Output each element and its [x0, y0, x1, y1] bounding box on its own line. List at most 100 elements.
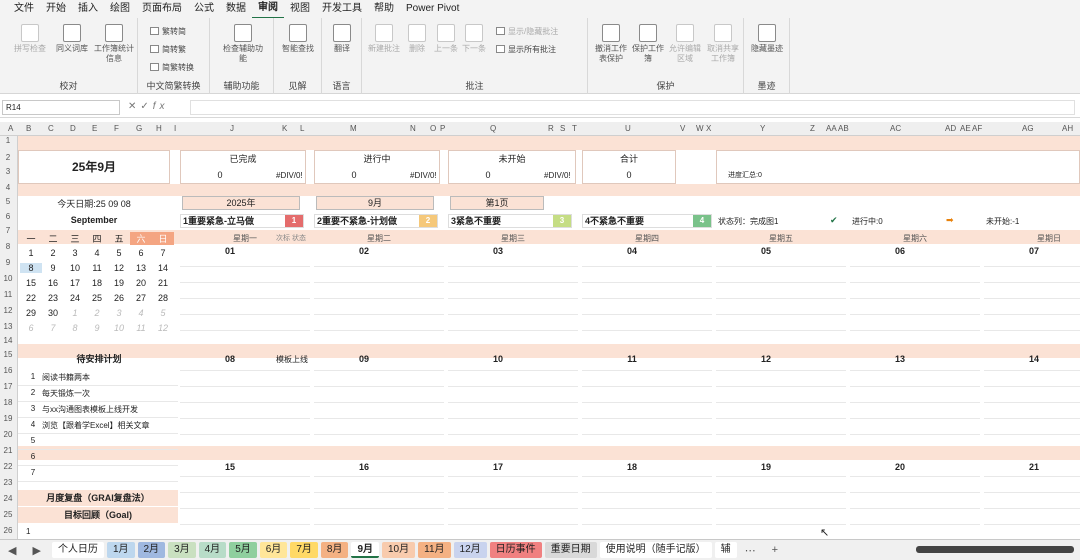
column-header[interactable]: F: [114, 122, 119, 136]
row-header[interactable]: 25: [0, 510, 16, 519]
day-block[interactable]: [716, 244, 846, 342]
calendar-day[interactable]: 9: [42, 263, 64, 273]
calendar-day[interactable]: 18: [86, 278, 108, 288]
sheet-tab[interactable]: 6月: [259, 542, 288, 558]
row-header[interactable]: 24: [0, 494, 16, 503]
row-header[interactable]: 5: [0, 197, 16, 206]
column-header[interactable]: S: [560, 122, 565, 136]
column-header[interactable]: B: [26, 122, 31, 136]
row-header[interactable]: 22: [0, 462, 16, 471]
calendar-day[interactable]: 17: [64, 278, 86, 288]
calendar-day[interactable]: 8: [64, 323, 86, 333]
pending-item-text[interactable]: 与xx沟通图表模板上线开发: [42, 404, 138, 415]
column-header[interactable]: AD: [945, 122, 956, 136]
horizontal-scrollbar[interactable]: [916, 546, 1074, 553]
day-block[interactable]: [314, 244, 444, 342]
calendar-day[interactable]: 3: [108, 308, 130, 318]
calendar-day[interactable]: 1: [64, 308, 86, 318]
row-header[interactable]: 15: [0, 350, 16, 359]
calendar-day[interactable]: 12: [152, 323, 174, 333]
calendar-day[interactable]: 22: [20, 293, 42, 303]
check-accessibility-button[interactable]: 检查辅助功能: [222, 24, 264, 64]
sheet-tab[interactable]: 7月: [290, 542, 318, 558]
next-comment-button[interactable]: 下一条: [460, 24, 488, 54]
menu-item[interactable]: 视图: [284, 0, 316, 18]
column-header[interactable]: AC: [890, 122, 901, 136]
sheet-tab[interactable]: 使用说明（随手记版）: [599, 542, 712, 558]
calendar-day[interactable]: 1: [20, 248, 42, 258]
row-header[interactable]: 10: [0, 274, 16, 283]
spell-check-button[interactable]: 拼写检查: [10, 24, 50, 54]
column-header[interactable]: X: [706, 122, 711, 136]
sheet-tab[interactable]: 重要日期: [544, 542, 597, 558]
row-header[interactable]: 1: [0, 136, 16, 145]
prev-sheet-icon[interactable]: ◀: [0, 544, 24, 557]
calendar-day[interactable]: 5: [108, 248, 130, 258]
row-header[interactable]: 6: [0, 212, 16, 221]
translate-button[interactable]: 翻译: [324, 24, 360, 54]
unshare-workbook-button[interactable]: 取消共享工作簿: [704, 24, 742, 64]
calendar-day[interactable]: 9: [86, 323, 108, 333]
calendar-day[interactable]: 6: [130, 248, 152, 258]
sheet-tab[interactable]: 11月: [418, 542, 451, 558]
sheet-tab[interactable]: 4月: [198, 542, 227, 558]
protect-workbook-button[interactable]: 保护工作簿: [630, 24, 666, 64]
calendar-day[interactable]: 3: [64, 248, 86, 258]
row-header[interactable]: 23: [0, 478, 16, 487]
day-block[interactable]: [984, 244, 1080, 342]
calendar-day[interactable]: 7: [152, 248, 174, 258]
row-header[interactable]: 21: [0, 446, 16, 455]
column-header[interactable]: J: [230, 122, 234, 136]
calendar-day[interactable]: 26: [108, 293, 130, 303]
confirm-icon[interactable]: ✓: [140, 101, 152, 112]
sheet-tab[interactable]: 9月: [351, 542, 379, 558]
menu-item[interactable]: 数据: [220, 0, 252, 18]
calendar-day[interactable]: 27: [130, 293, 152, 303]
calendar-day[interactable]: 7: [42, 323, 64, 333]
show-hide-comment-button[interactable]: 显示/隐藏批注: [496, 26, 558, 37]
sheet-tab[interactable]: 2月: [137, 542, 166, 558]
column-header[interactable]: G: [136, 122, 142, 136]
pending-item-text[interactable]: 阅读书籍两本: [42, 372, 90, 383]
calendar-day[interactable]: 19: [108, 278, 130, 288]
sheet-tab[interactable]: 辅: [714, 542, 737, 558]
pending-item-text[interactable]: 浏览【跟着学Excel】相关文章: [42, 420, 150, 431]
column-header[interactable]: E: [92, 122, 97, 136]
delete-comment-button[interactable]: 删除: [402, 24, 432, 54]
calendar-day[interactable]: 13: [130, 263, 152, 273]
unprotect-sheet-button[interactable]: 撤消工作表保护: [592, 24, 630, 64]
calendar-day[interactable]: 28: [152, 293, 174, 303]
name-box[interactable]: R14: [2, 100, 120, 115]
menu-item[interactable]: 公式: [188, 0, 220, 18]
row-header[interactable]: 9: [0, 258, 16, 267]
thesaurus-button[interactable]: 同义词库: [52, 24, 92, 54]
row-header[interactable]: 4: [0, 183, 16, 192]
calendar-day[interactable]: 23: [42, 293, 64, 303]
day-block[interactable]: [180, 244, 310, 342]
column-header[interactable]: AH: [1062, 122, 1073, 136]
add-sheet-icon[interactable]: +: [764, 544, 786, 556]
row-header[interactable]: 11: [0, 290, 16, 299]
column-header[interactable]: Z: [810, 122, 815, 136]
sheet-tab[interactable]: 3月: [168, 542, 196, 558]
menu-item[interactable]: 页面布局: [136, 0, 188, 18]
column-header[interactable]: AB: [838, 122, 849, 136]
row-header[interactable]: 16: [0, 366, 16, 375]
calendar-day[interactable]: 25: [86, 293, 108, 303]
pending-item-text[interactable]: 每天锻炼一次: [42, 388, 90, 399]
calendar-day[interactable]: 4: [86, 248, 108, 258]
calendar-day[interactable]: 10: [108, 323, 130, 333]
convert-button[interactable]: 简繁转换: [150, 62, 194, 73]
column-header[interactable]: Q: [490, 122, 496, 136]
column-header[interactable]: AE: [960, 122, 971, 136]
calendar-day[interactable]: 4: [130, 308, 152, 318]
row-header[interactable]: 20: [0, 430, 16, 439]
fx-icon[interactable]: fx: [153, 101, 169, 112]
column-header[interactable]: P: [440, 122, 445, 136]
column-header[interactable]: AA: [826, 122, 837, 136]
sheet-tab[interactable]: 10月: [382, 542, 416, 558]
column-header[interactable]: O: [430, 122, 436, 136]
column-header[interactable]: AF: [972, 122, 982, 136]
row-header[interactable]: 12: [0, 306, 16, 315]
t2s-button[interactable]: 简转繁: [150, 44, 186, 55]
